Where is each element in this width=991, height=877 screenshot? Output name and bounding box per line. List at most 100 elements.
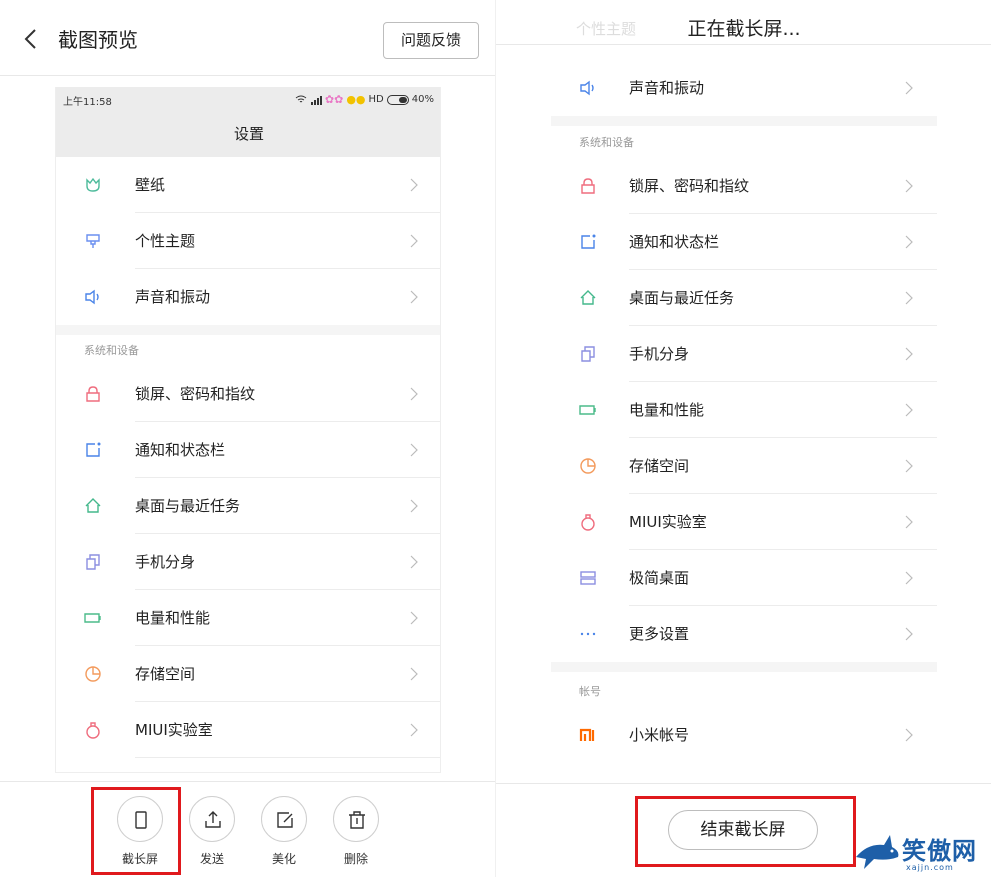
chevron-right-icon	[410, 611, 418, 625]
settings-item-label: 壁纸	[135, 176, 166, 194]
long-screenshot-bottom-bar: 结束截长屏 笑傲网 xajjn.com	[496, 783, 991, 877]
settings-item-label: 手机分身	[135, 553, 196, 571]
battery-percent: 40%	[411, 94, 434, 105]
chevron-right-icon	[905, 728, 913, 742]
settings-item-lock[interactable]: 锁屏、密码和指纹	[551, 158, 937, 214]
settings-item-sound[interactable]: 声音和振动	[56, 269, 440, 325]
settings-item-mi-account[interactable]: 小米帐号	[551, 707, 937, 763]
settings-item-notification[interactable]: 通知和状态栏	[551, 214, 937, 270]
chevron-right-icon	[410, 499, 418, 513]
mi-icon	[579, 728, 595, 741]
flask-icon	[581, 514, 595, 531]
screenshot-preview-panel: 截图预览 问题反馈 上午11:58 ✿✿ ●● HD 40% 设置 壁纸 个性主…	[0, 0, 495, 877]
battery-icon	[84, 613, 101, 623]
lock-icon	[581, 178, 595, 194]
delete-button[interactable]: 删除	[331, 796, 381, 867]
storage-icon	[580, 458, 596, 474]
settings-item-miui-lab[interactable]: MIUI实验室	[551, 494, 937, 550]
settings-item-theme[interactable]: 个性主题	[56, 213, 440, 269]
settings-item-second-space[interactable]: 手机分身	[551, 326, 937, 382]
speaker-icon	[580, 80, 594, 96]
tool-label: 发送	[199, 852, 224, 866]
preview-toolbar: 截长屏 发送 美化 删除	[0, 781, 495, 877]
chevron-right-icon	[410, 178, 418, 192]
chevron-right-icon	[410, 234, 418, 248]
settings-item-label: 极简桌面	[629, 569, 690, 587]
chevron-right-icon	[905, 627, 913, 641]
watermark-text: 笑傲网	[902, 836, 977, 865]
settings-item-label: MIUI实验室	[135, 721, 213, 739]
settings-item-home[interactable]: 桌面与最近任务	[56, 478, 440, 534]
speaker-icon	[85, 289, 99, 305]
settings-item-label: 存储空间	[135, 665, 196, 683]
chevron-right-icon	[410, 555, 418, 569]
back-icon[interactable]	[22, 28, 40, 50]
chevron-right-icon	[410, 723, 418, 737]
settings-item-storage[interactable]: 存储空间	[551, 438, 937, 494]
chevron-right-icon	[410, 387, 418, 401]
settings-item-sound[interactable]: 声音和振动	[551, 60, 937, 116]
settings-item-home[interactable]: 桌面与最近任务	[551, 270, 937, 326]
settings-item-label: 锁屏、密码和指纹	[135, 385, 256, 403]
settings-item-label: 锁屏、密码和指纹	[629, 177, 750, 195]
home-icon	[85, 498, 101, 513]
settings-item-label: 个性主题	[135, 232, 196, 250]
settings-item-label: 小米帐号	[629, 726, 690, 744]
status-time: 上午11:58	[63, 97, 112, 108]
settings-item-label: MIUI实验室	[629, 513, 707, 531]
settings-item-miui-lab[interactable]: MIUI实验室	[56, 702, 440, 758]
settings-item-label: 桌面与最近任务	[135, 497, 241, 515]
share-button[interactable]: 发送	[187, 796, 237, 867]
share-icon	[205, 811, 221, 828]
tulip-icon	[86, 177, 100, 192]
settings-item-label: 通知和状态栏	[629, 233, 720, 251]
notification-icon	[581, 234, 596, 249]
chevron-right-icon	[410, 290, 418, 304]
status-bar-right: ✿✿ ●● HD 40%	[295, 93, 434, 106]
flower-icon: ✿✿	[324, 93, 344, 106]
battery-icon	[579, 405, 596, 415]
settings-item-wallpaper[interactable]: 壁纸	[56, 157, 440, 213]
settings-item-label: 桌面与最近任务	[629, 289, 735, 307]
edit-button[interactable]: 美化	[259, 796, 309, 867]
watermark-sub: xajjn.com	[906, 863, 954, 872]
second-space-icon	[86, 554, 100, 570]
settings-item-lock[interactable]: 锁屏、密码和指纹	[56, 366, 440, 422]
settings-item-battery[interactable]: 电量和性能	[551, 382, 937, 438]
settings-item-label: 手机分身	[629, 345, 690, 363]
flask-icon	[86, 722, 100, 739]
chevron-right-icon	[905, 81, 913, 95]
preview-header: 截图预览 问题反馈	[0, 0, 495, 76]
section-header: 帐号	[579, 685, 601, 698]
settings-item-label: 声音和振动	[135, 288, 211, 306]
settings-item-more[interactable]: 更多设置	[551, 606, 937, 662]
settings-title: 设置	[233, 125, 264, 143]
section-gap	[551, 662, 937, 672]
page-title: 截图预览	[58, 28, 138, 52]
long-screenshot-panel: 个性主题 正在截长屏... 声音和振动 系统和设备 锁屏、密码和指纹 通知和状态…	[495, 0, 991, 877]
settings-item-battery[interactable]: 电量和性能	[56, 590, 440, 646]
chevron-right-icon	[905, 179, 913, 193]
highlight-box	[91, 787, 181, 875]
settings-item-simple-home[interactable]: 极简桌面	[551, 550, 937, 606]
shark-logo-icon	[856, 835, 899, 869]
settings-item-storage[interactable]: 存储空间	[56, 646, 440, 702]
long-screenshot-title: 正在截长屏...	[687, 18, 801, 40]
feedback-button[interactable]: 问题反馈	[383, 22, 479, 59]
simple-home-icon	[580, 571, 596, 585]
bulb-icon: ●●	[346, 93, 366, 106]
section-header: 系统和设备	[579, 136, 634, 149]
edit-icon	[277, 812, 293, 828]
settings-item-label: 通知和状态栏	[135, 441, 226, 459]
battery-status-icon	[386, 94, 409, 105]
chevron-right-icon	[905, 515, 913, 529]
wifi-icon	[295, 95, 307, 102]
settings-header: 上午11:58 ✿✿ ●● HD 40% 设置	[56, 87, 440, 157]
notification-icon	[86, 442, 101, 457]
watermark: 笑傲网 xajjn.com	[854, 831, 991, 875]
settings-item-second-space[interactable]: 手机分身	[56, 534, 440, 590]
highlight-box	[635, 796, 856, 867]
settings-item-notification[interactable]: 通知和状态栏	[56, 422, 440, 478]
section-header: 系统和设备	[84, 344, 139, 357]
second-space-icon	[581, 346, 595, 362]
